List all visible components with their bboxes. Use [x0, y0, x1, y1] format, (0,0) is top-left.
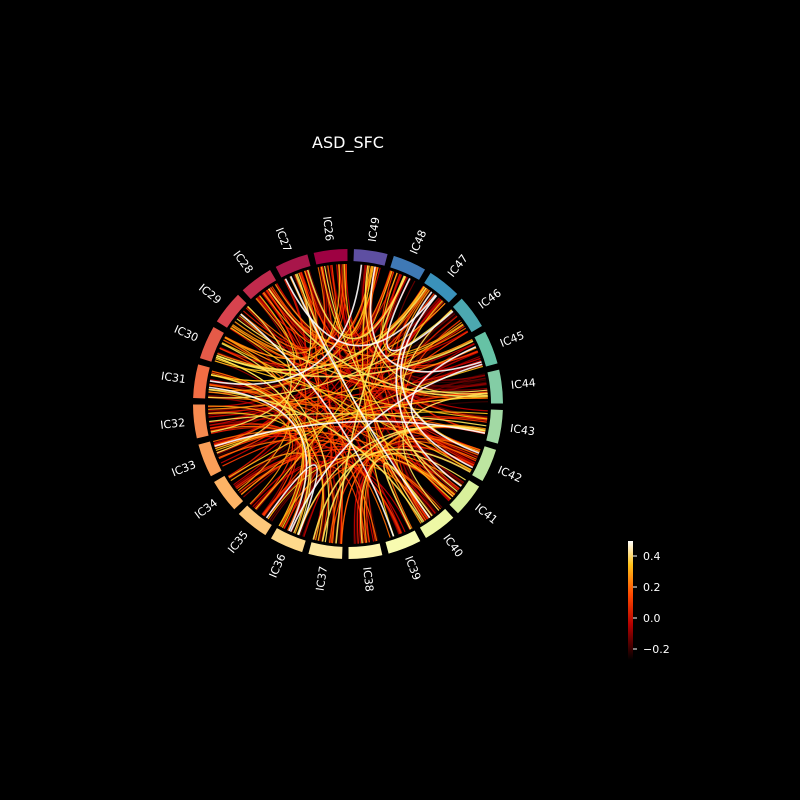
node-arc-ic32	[193, 404, 209, 439]
node-arc-ic39	[385, 530, 421, 554]
node-label-ic32: IC32	[160, 416, 186, 432]
node-label-ic29: IC29	[196, 281, 224, 307]
connection-links	[208, 264, 488, 544]
node-label-ic41: IC41	[472, 501, 500, 527]
node-label-ic44: IC44	[510, 376, 536, 392]
node-label-ic36: IC36	[267, 552, 289, 580]
node-arc-ic31	[193, 364, 210, 399]
node-label-ic35: IC35	[225, 528, 251, 556]
node-label-ic43: IC43	[509, 422, 536, 439]
node-label-ic28: IC28	[230, 248, 255, 276]
node-label-ic47: IC47	[445, 252, 471, 280]
node-arc-ic33	[198, 441, 222, 477]
node-label-ic34: IC34	[192, 496, 220, 521]
node-arc-ic26	[313, 249, 348, 265]
node-label-ic37: IC37	[314, 565, 331, 592]
connection-link	[210, 295, 295, 382]
node-label-ic31: IC31	[160, 370, 187, 387]
node-label-ic46: IC46	[476, 286, 504, 311]
node-arc-ic38	[348, 543, 383, 559]
node-arc-ic28	[242, 270, 277, 300]
node-label-ic39: IC39	[402, 554, 423, 582]
node-label-ic40: IC40	[440, 532, 465, 560]
node-label-ic42: IC42	[496, 463, 524, 485]
node-arc-ic44	[487, 369, 503, 404]
node-arc-ic37	[308, 542, 343, 559]
colorbar-tick-label: −0.2	[643, 643, 670, 656]
node-arc-ic49	[353, 249, 388, 266]
node-label-ic33: IC33	[170, 458, 198, 479]
colorbar-tick-label: 0.0	[643, 612, 661, 625]
node-arc-ic36	[270, 528, 306, 553]
colorbar: 0.4 0.2 0.0 −0.2	[628, 541, 670, 660]
node-label-ic30: IC30	[172, 323, 200, 345]
node-label-ic45: IC45	[498, 329, 526, 350]
colorbar-gradient	[628, 541, 633, 660]
node-label-ic27: IC27	[273, 226, 294, 254]
node-label-ic49: IC49	[366, 216, 383, 243]
node-arc-ic43	[486, 409, 503, 444]
node-label-ic48: IC48	[407, 228, 429, 256]
chart-title: ASD_SFC	[312, 133, 384, 153]
colorbar-tick-label: 0.4	[643, 550, 661, 563]
node-label-ic38: IC38	[360, 566, 376, 592]
connectivity-circle-figure: ASD_SFC IC26 IC27 IC28IC29 IC30 IC31 IC32 IC33…	[160, 133, 670, 660]
colorbar-tick-label: 0.2	[643, 581, 661, 594]
node-label-ic26: IC26	[320, 216, 336, 242]
